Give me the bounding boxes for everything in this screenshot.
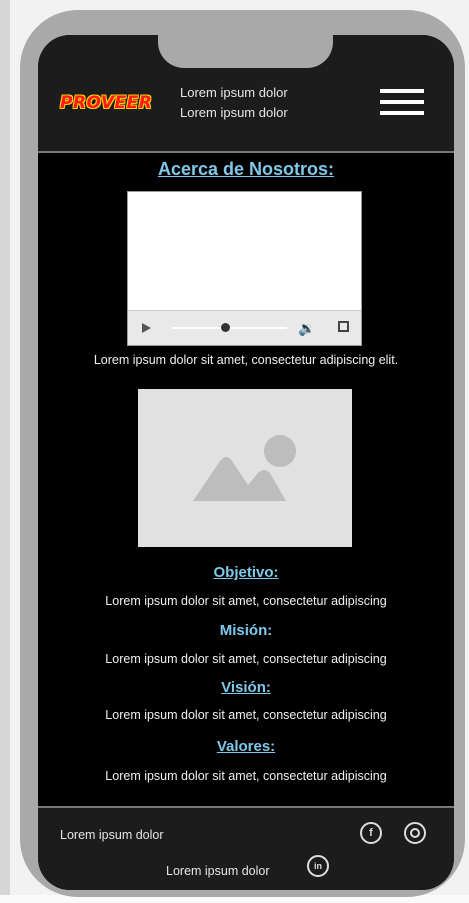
section-text-objetivo: Lorem ipsum dolor sit amet, consectetur … — [105, 594, 387, 608]
left-edge-bar — [0, 0, 10, 903]
section-heading-valores: Valores: — [216, 738, 276, 755]
site-footer: Lorem ipsum dolor Lorem ipsum dolor f in — [38, 806, 454, 890]
video-player[interactable]: 🔉 — [127, 191, 362, 346]
header-line-1: Lorem ipsum dolor — [180, 85, 288, 100]
instagram-icon[interactable] — [404, 822, 426, 844]
phone-notch — [158, 35, 333, 68]
linkedin-icon[interactable]: in — [307, 855, 329, 877]
section-text-valores: Lorem ipsum dolor sit amet, consectetur … — [105, 769, 387, 783]
video-controls: 🔉 — [128, 310, 361, 345]
logo[interactable]: PROVEER — [60, 93, 152, 113]
footer-text-1: Lorem ipsum dolor — [60, 828, 164, 842]
facebook-icon[interactable]: f — [360, 822, 382, 844]
play-icon[interactable] — [142, 323, 151, 333]
section-heading-objetivo: Objetivo: — [213, 564, 279, 581]
section-text-vision: Lorem ipsum dolor sit amet, consectetur … — [105, 708, 387, 722]
image-placeholder-icon — [193, 435, 296, 501]
image-placeholder — [138, 389, 352, 547]
section-text-mision: Lorem ipsum dolor sit amet, consectetur … — [105, 652, 387, 666]
footer-text-2: Lorem ipsum dolor — [166, 864, 270, 878]
menu-bar — [380, 111, 424, 115]
video-progress-knob[interactable] — [221, 323, 230, 332]
hamburger-menu-icon[interactable] — [380, 89, 424, 117]
section-heading-vision: Visión: — [221, 679, 271, 696]
header-line-2: Lorem ipsum dolor — [180, 105, 288, 120]
page-title: Acerca de Nosotros: — [157, 159, 335, 179]
video-caption: Lorem ipsum dolor sit amet, consectetur … — [93, 353, 399, 367]
menu-bar — [380, 89, 424, 93]
phone-screen: PROVEER Lorem ipsum dolor Lorem ipsum do… — [38, 35, 454, 890]
volume-icon[interactable]: 🔉 — [298, 320, 315, 337]
menu-bar — [380, 100, 424, 104]
header-text: Lorem ipsum dolor Lorem ipsum dolor — [180, 83, 288, 123]
section-heading-mision: Misión: — [219, 622, 273, 639]
fullscreen-icon[interactable] — [338, 321, 349, 332]
